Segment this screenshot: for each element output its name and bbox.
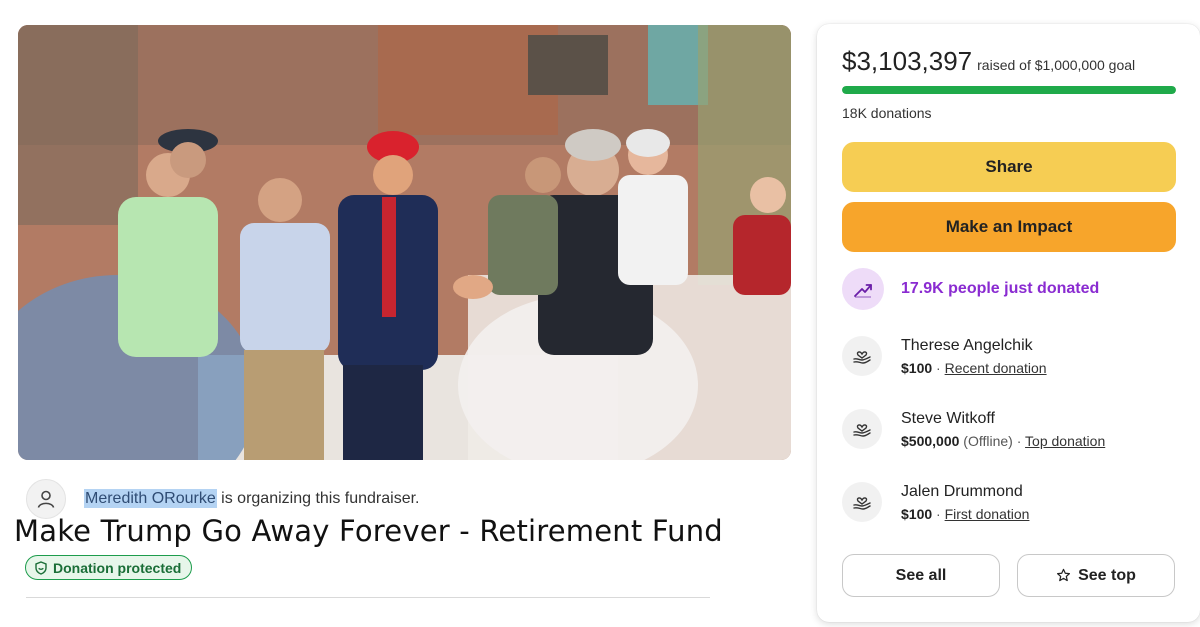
donation-protected-label: Donation protected <box>53 559 182 576</box>
organizer-suffix: is organizing this fundraiser. <box>216 490 420 507</box>
star-icon <box>1056 568 1071 583</box>
donor-amount: $100 <box>901 360 933 376</box>
organizer-text: Meredith ORourke is organizing this fund… <box>84 489 420 508</box>
recent-donations-text: 17.9K people just donated <box>901 280 1100 297</box>
donor-name: Steve Witkoff <box>901 410 995 427</box>
donor-item: Therese Angelchik $100 · Recent donation <box>842 336 1047 376</box>
make-an-impact-button[interactable]: Make an Impact <box>842 202 1176 252</box>
organizer-row: Meredith ORourke is organizing this fund… <box>26 479 420 519</box>
raised-goal: raised of $1,000,000 goal <box>977 57 1136 73</box>
fundraiser-photo <box>18 25 791 460</box>
recent-donations-banner: 17.9K people just donated <box>842 268 1099 310</box>
trending-up-icon <box>842 268 884 310</box>
see-top-button[interactable]: See top <box>1017 554 1175 597</box>
donor-amount: $100 <box>901 506 933 522</box>
avatar[interactable] <box>26 479 66 519</box>
divider <box>26 597 710 598</box>
donor-note: (Offline) <box>959 433 1013 449</box>
donor-item: Steve Witkoff $500,000 (Offline) · Top d… <box>842 409 1105 449</box>
donor-meta: $500,000 (Offline) · Top donation <box>901 433 1106 449</box>
donor-meta: $100 · Recent donation <box>901 360 1047 376</box>
donation-protected-badge[interactable]: Donation protected <box>25 555 193 580</box>
heart-hand-icon <box>842 482 882 522</box>
user-icon <box>36 489 56 509</box>
donor-tag-link[interactable]: Top donation <box>1025 433 1105 449</box>
organizer-name[interactable]: Meredith ORourke <box>84 489 217 508</box>
progress-bar <box>842 86 1176 94</box>
donations-count: 18K donations <box>842 105 932 121</box>
donation-card: $3,103,397 raised of $1,000,000 goal 18K… <box>817 24 1200 622</box>
donor-name: Therese Angelchik <box>901 337 1033 354</box>
shield-icon <box>34 560 48 575</box>
donor-name: Jalen Drummond <box>901 483 1023 500</box>
heart-hand-icon <box>842 336 882 376</box>
progress-fill <box>842 86 1176 94</box>
share-button[interactable]: Share <box>842 142 1176 192</box>
donor-tag-link[interactable]: First donation <box>945 506 1030 522</box>
donor-item: Jalen Drummond $100 · First donation <box>842 482 1029 522</box>
donor-meta: $100 · First donation <box>901 506 1030 522</box>
heart-hand-icon <box>842 409 882 449</box>
raised-summary: $3,103,397 raised of $1,000,000 goal <box>842 46 1135 77</box>
see-top-label: See top <box>1078 566 1136 584</box>
see-all-button[interactable]: See all <box>842 554 1000 597</box>
donor-amount: $500,000 <box>901 433 960 449</box>
raised-amount: $3,103,397 <box>842 46 973 76</box>
donor-tag-link[interactable]: Recent donation <box>945 360 1047 376</box>
fundraiser-title: Make Trump Go Away Forever - Retirement … <box>14 514 723 548</box>
